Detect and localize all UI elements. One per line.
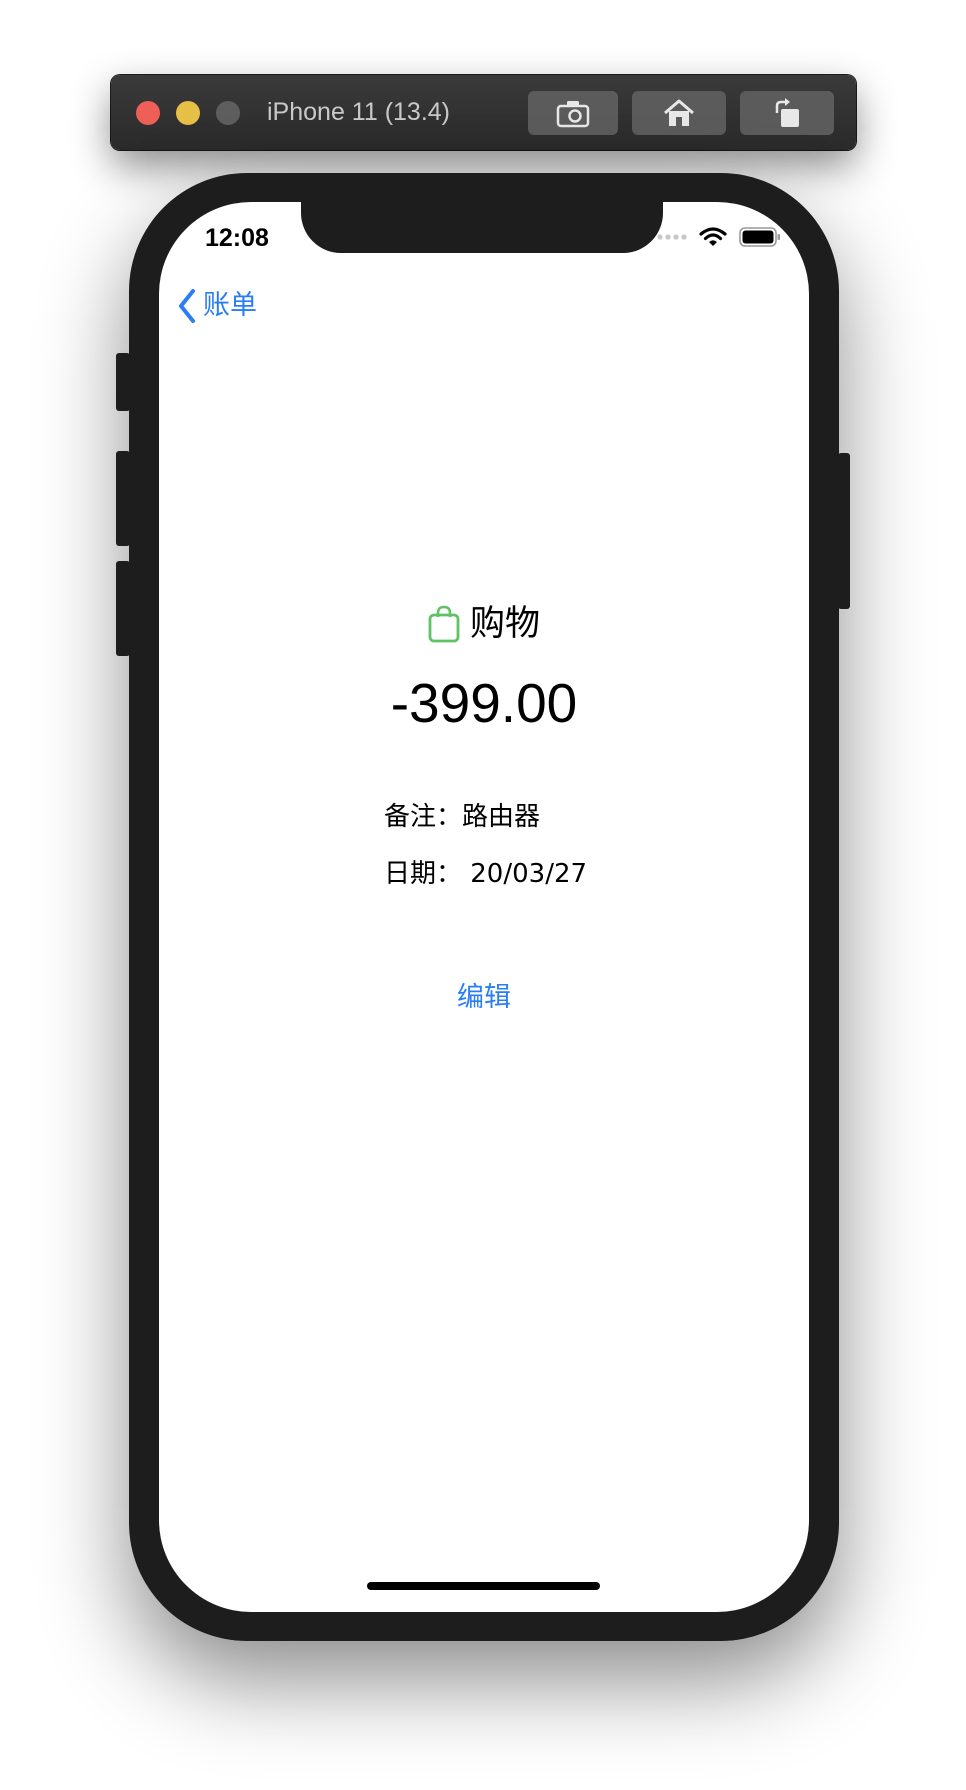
edit-button[interactable]: 编辑 <box>159 975 809 1014</box>
shopping-bag-icon <box>428 605 460 643</box>
ringer-switch <box>116 353 130 411</box>
screenshot-button[interactable] <box>528 91 618 135</box>
side-power-button <box>838 453 850 609</box>
battery-icon <box>739 227 780 247</box>
phone-screen: 12:08 账单 购物 -399.00 备注： 路由器 日期： 20/03/27… <box>159 202 809 1612</box>
minimize-window-button[interactable] <box>176 101 200 125</box>
close-window-button[interactable] <box>136 101 160 125</box>
date-value: 20/03/27 <box>470 859 588 889</box>
note-row: 备注： 路由器 <box>384 797 587 854</box>
back-button[interactable]: 账单 <box>177 286 257 326</box>
screenshot-icon <box>556 101 590 128</box>
volume-down-button <box>116 561 130 656</box>
cellular-signal-icon <box>657 234 687 240</box>
rotate-button[interactable] <box>740 91 834 135</box>
home-button[interactable] <box>632 91 726 135</box>
status-icons <box>657 226 781 248</box>
wifi-icon <box>699 227 727 246</box>
back-button-label: 账单 <box>203 290 257 321</box>
simulator-toolbar: iPhone 11 (13.4) <box>111 75 856 150</box>
volume-up-button <box>116 451 130 546</box>
note-label: 备注： <box>384 802 463 832</box>
zoom-window-button[interactable] <box>216 101 240 125</box>
rotate-icon <box>775 98 799 127</box>
date-label: 日期： <box>384 859 471 889</box>
home-indicator[interactable] <box>367 1582 600 1590</box>
date-row: 日期： 20/03/27 <box>384 854 587 911</box>
notch <box>301 202 663 253</box>
home-icon <box>664 99 694 126</box>
category-row: 购物 <box>159 602 809 646</box>
simulator-title: iPhone 11 (13.4) <box>267 98 450 126</box>
note-value: 路由器 <box>462 802 541 832</box>
category-label: 购物 <box>469 604 540 644</box>
status-time: 12:08 <box>205 224 269 252</box>
amount: -399.00 <box>390 672 578 734</box>
chevron-left-icon <box>179 289 195 323</box>
bill-detail: 购物 -399.00 备注： 路由器 日期： 20/03/27 <box>159 602 809 889</box>
info-rows: 备注： 路由器 日期： 20/03/27 <box>384 797 587 911</box>
